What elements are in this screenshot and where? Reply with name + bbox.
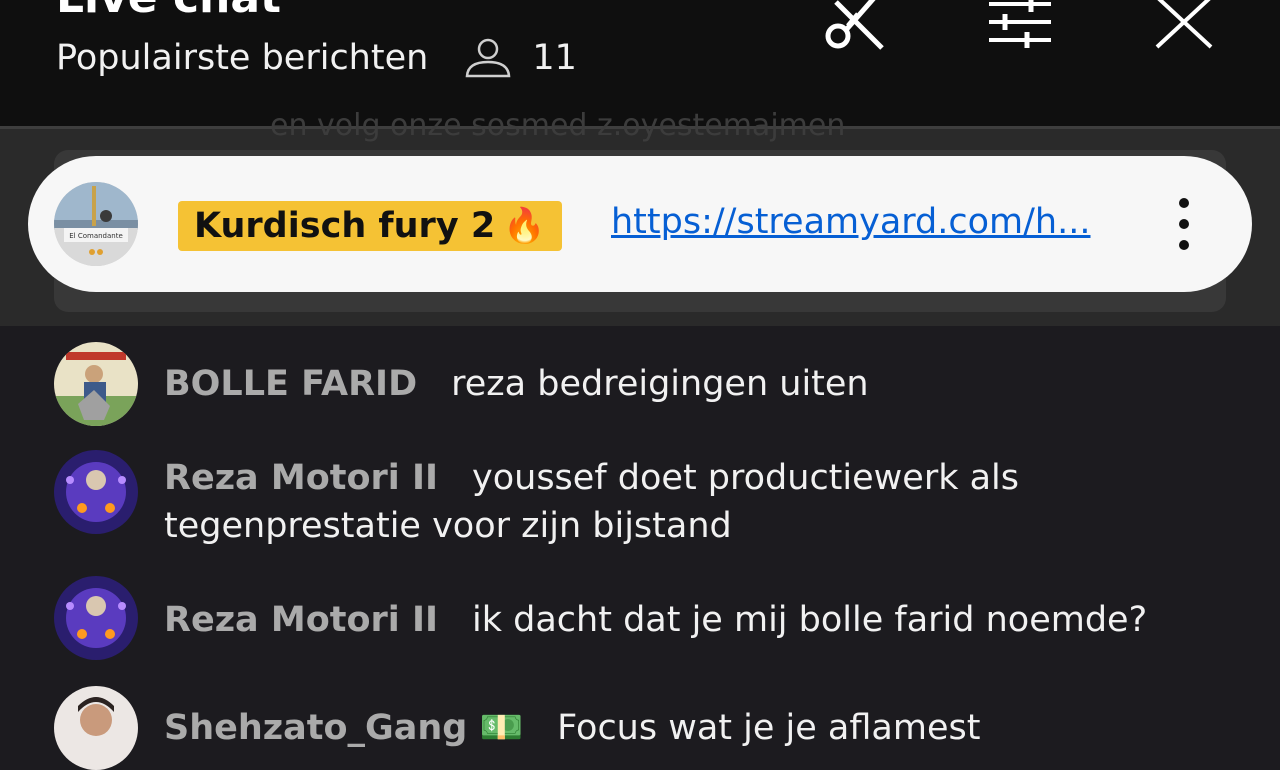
author-name[interactable]: BOLLE FARID — [164, 364, 417, 404]
message-body: BOLLE FARID reza bedreigingen uiten — [164, 360, 1234, 408]
more-dot-icon — [1179, 240, 1189, 250]
person-icon — [464, 36, 512, 80]
pinned-avatar[interactable]: El Comandante — [54, 182, 138, 266]
author-name[interactable]: Reza Motori II — [164, 600, 438, 640]
message-text: ik dacht dat je mij bolle farid noemde? — [472, 600, 1148, 640]
fire-emoji: 🔥 — [503, 206, 546, 246]
pinned-link[interactable]: https://streamyard.com/h... — [611, 202, 1091, 242]
filter-button[interactable] — [984, 0, 1056, 56]
sliders-icon — [987, 0, 1053, 52]
chat-title: Live chat — [56, 0, 281, 23]
pinned-author-name: Kurdisch fury 2 — [194, 206, 496, 246]
chat-subtitle-row: Populairste berichten 11 — [56, 36, 577, 80]
message-body: Reza Motori II youssef doet productiewerk… — [164, 454, 1234, 550]
avatar[interactable] — [54, 450, 138, 534]
more-dot-icon — [1179, 219, 1189, 229]
author-name[interactable]: Shehzato_Gang 💵 — [164, 708, 523, 748]
message-text: reza bedreigingen uiten — [451, 364, 869, 404]
close-icon — [1153, 0, 1215, 53]
message-text: Focus wat je je aflamest — [557, 708, 981, 748]
more-options-button[interactable] — [1168, 192, 1200, 256]
chat-mode-selector[interactable]: Populairste berichten — [56, 38, 428, 78]
message-body: Shehzato_Gang 💵 Focus wat je je aflamest — [164, 704, 1234, 752]
close-button[interactable] — [1148, 0, 1220, 56]
avatar[interactable] — [54, 342, 138, 426]
message-body: Reza Motori II ik dacht dat je mij bolle … — [164, 596, 1234, 644]
more-dot-icon — [1179, 198, 1189, 208]
avatar[interactable] — [54, 576, 138, 660]
pinned-author-badge[interactable]: Kurdisch fury 2 🔥 — [178, 201, 562, 251]
avatar-caption: El Comandante — [69, 232, 123, 240]
avatar[interactable] — [54, 686, 138, 770]
pinned-message-card[interactable]: El Comandante Kurdisch fury 2 🔥 https://… — [28, 156, 1252, 292]
author-name[interactable]: Reza Motori II — [164, 458, 438, 498]
pinned-ghost-text: en volg onze sosmed z.oyestemajmen — [270, 108, 846, 143]
viewer-count: 11 — [532, 38, 577, 78]
scissors-icon — [822, 0, 890, 56]
scissors-button[interactable] — [820, 0, 892, 56]
